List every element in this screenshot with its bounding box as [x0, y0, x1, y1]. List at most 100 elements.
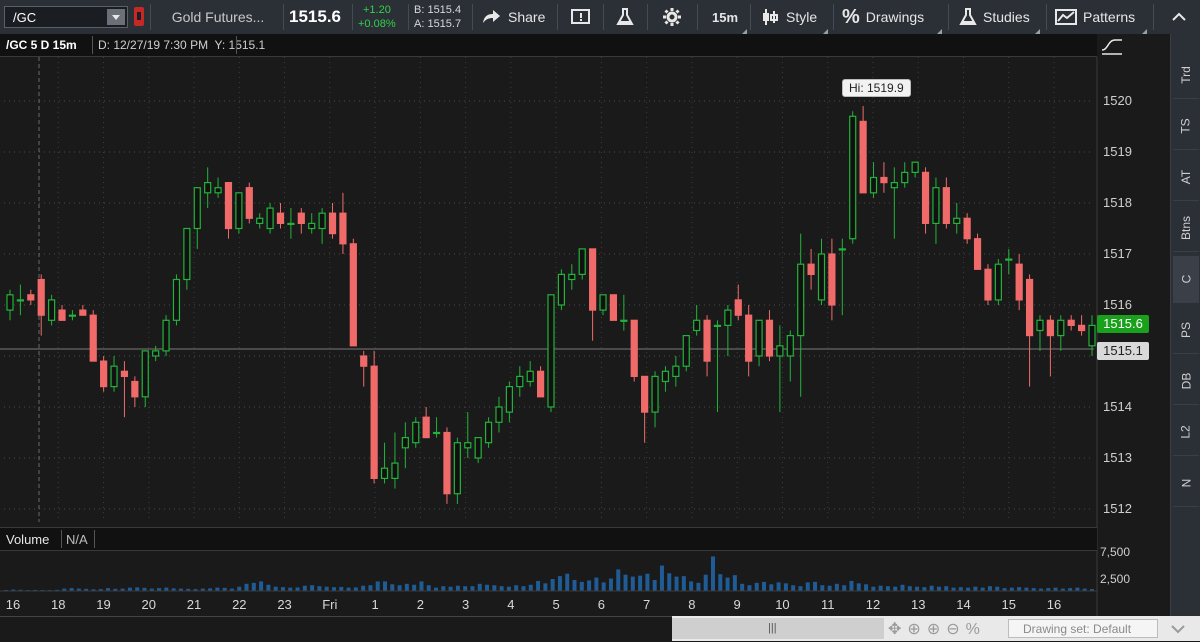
link-flag-icon[interactable]: [134, 7, 144, 26]
volume-bar: [958, 587, 963, 591]
candle-body: [256, 217, 264, 225]
candle-body: [110, 365, 118, 388]
side-tab-at[interactable]: AT: [1173, 154, 1199, 201]
candle-body: [589, 248, 597, 311]
fit-study-button[interactable]: [1099, 36, 1125, 58]
time-tick-label: 16: [6, 597, 20, 612]
studies-menu[interactable]: Studies: [958, 0, 1040, 34]
candle-body: [672, 365, 680, 378]
volume-bar: [543, 583, 548, 591]
candle-body: [453, 442, 461, 495]
side-tab-ts[interactable]: TS: [1173, 103, 1199, 150]
candle-body: [797, 263, 805, 337]
candle-body: [152, 350, 160, 357]
alerts-button[interactable]: [570, 0, 592, 34]
percent-change: +0.08%: [358, 18, 396, 30]
candle-body: [849, 115, 857, 240]
candle-body: [391, 462, 399, 480]
crosshair-icon[interactable]: ⊕: [907, 621, 926, 638]
chevron-down-icon[interactable]: [107, 9, 125, 25]
volume-bar: [871, 586, 876, 591]
zoom-out-icon[interactable]: ⊖: [946, 621, 965, 638]
volume-bar: [521, 586, 526, 591]
time-tick-label: 18: [51, 597, 65, 612]
volume-bar: [594, 577, 599, 591]
style-menu[interactable]: Style: [760, 0, 828, 34]
timeframe-selector[interactable]: 15m: [703, 0, 747, 34]
scroll-track[interactable]: [0, 616, 672, 642]
grip-icon: |||: [768, 622, 777, 634]
volume-bar: [966, 587, 971, 591]
side-tab-label: DB: [1178, 372, 1193, 390]
volume-bar: [638, 575, 643, 591]
side-tab-ps[interactable]: PS: [1173, 307, 1199, 354]
side-tab-trd[interactable]: Trd: [1173, 52, 1199, 99]
experiment-button[interactable]: [615, 0, 635, 34]
candle-body: [204, 182, 212, 194]
price-change: +1.20 +0.08%: [358, 3, 396, 31]
volume-label[interactable]: Volume: [6, 532, 49, 547]
candle-body: [682, 335, 690, 367]
time-tick-label: 11: [821, 597, 835, 612]
volume-bar: [368, 585, 373, 591]
cursor-readout: D: 12/27/19 7:30 PM Y: 1515.1: [98, 38, 266, 52]
candle-body: [474, 437, 482, 459]
volume-bar: [455, 585, 460, 591]
candle-body: [276, 212, 285, 224]
percent-icon[interactable]: %: [966, 621, 986, 638]
time-tick-label: 8: [688, 597, 695, 612]
side-tab-n[interactable]: N: [1173, 460, 1199, 507]
volume-bar: [718, 574, 723, 591]
volume-bar: [288, 587, 293, 591]
volume-bar: [536, 580, 541, 591]
candle-body: [609, 294, 618, 321]
candle-body: [745, 314, 753, 362]
price-axis[interactable]: 151215131514151515161517151815191520: [1103, 93, 1132, 516]
chevron-down-icon: [1171, 625, 1185, 634]
drawing-set-dropdown[interactable]: [1162, 620, 1194, 637]
candle-body: [953, 217, 961, 225]
symbol-input[interactable]: /GC: [13, 10, 36, 25]
candle-body: [16, 299, 25, 302]
candle-body: [547, 294, 555, 408]
side-tab-l2[interactable]: L2: [1173, 409, 1199, 456]
side-tab-db[interactable]: DB: [1173, 358, 1199, 405]
candle-body: [380, 467, 389, 480]
candle-body: [495, 406, 503, 423]
candle-body: [703, 319, 711, 362]
candle-body: [921, 171, 930, 224]
side-tab-c[interactable]: C: [1173, 256, 1199, 303]
collapse-button[interactable]: [1162, 0, 1196, 34]
candle-body: [620, 319, 628, 322]
settings-button[interactable]: [662, 0, 682, 34]
side-tab-btns[interactable]: Btns: [1173, 205, 1199, 252]
zoom-tools[interactable]: ✥⊕⊕⊖%: [888, 619, 986, 639]
candle-body: [724, 309, 732, 327]
symbol-selector[interactable]: /GC: [4, 6, 128, 28]
candle-body: [68, 314, 77, 317]
candle-body: [1077, 324, 1086, 332]
volume-bar: [703, 574, 708, 591]
volume-bar: [630, 576, 635, 591]
candle-body: [162, 319, 170, 352]
time-tick-label: 20: [142, 597, 156, 612]
zoom-in-icon[interactable]: ⊕: [927, 621, 946, 638]
volume-bar: [346, 587, 351, 591]
volume-tick-low: 2,500: [1100, 572, 1131, 586]
volume-bar: [616, 569, 621, 591]
volume-bar: [681, 576, 686, 591]
scrollbar-thumb[interactable]: |||: [672, 618, 884, 639]
candle-body: [172, 278, 181, 321]
patterns-menu[interactable]: Patterns: [1055, 0, 1147, 34]
share-button[interactable]: Share: [480, 0, 545, 34]
drawings-menu[interactable]: % Drawings: [842, 0, 942, 34]
pan-icon[interactable]: ✥: [888, 621, 907, 638]
price-tick-label: 1512: [1103, 501, 1132, 516]
volume-bar: [331, 587, 336, 591]
drawing-set-selector[interactable]: Drawing set: Default: [1008, 619, 1158, 638]
gear-icon: [663, 8, 681, 26]
candle-body: [1025, 278, 1034, 337]
candle-body: [422, 416, 430, 439]
chart-symbol-period[interactable]: /GC 5 D 15m: [6, 38, 77, 52]
volume-bar: [645, 573, 650, 591]
